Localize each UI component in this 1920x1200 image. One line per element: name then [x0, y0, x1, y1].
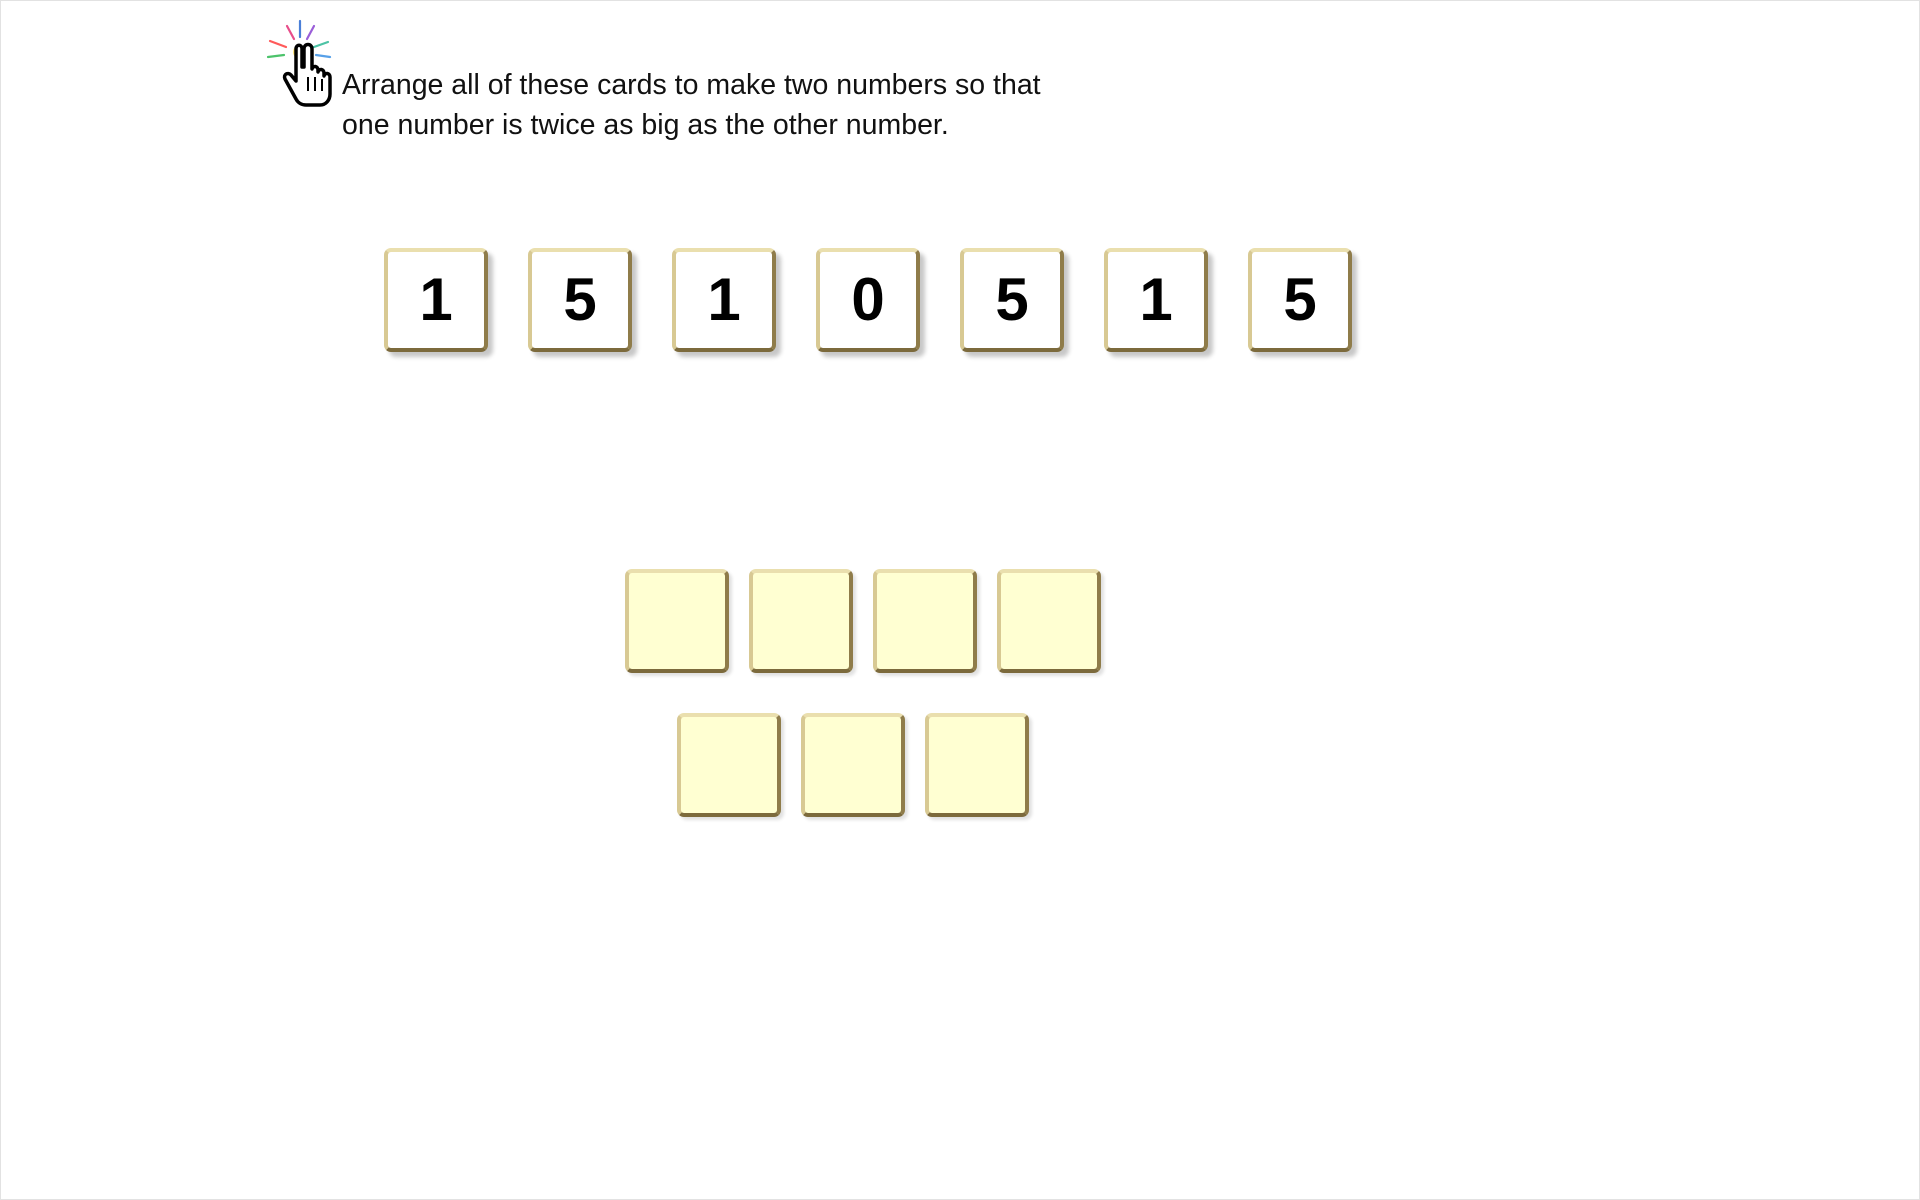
- activity-page: Arrange all of these cards to make two n…: [0, 0, 1920, 1200]
- card-value: 5: [1283, 266, 1317, 333]
- answer-slot[interactable]: [677, 713, 781, 817]
- answer-slot[interactable]: [749, 569, 853, 673]
- card-value: 1: [1139, 266, 1173, 333]
- instruction-line-2: one number is twice as big as the other …: [342, 109, 949, 141]
- answer-slot[interactable]: [925, 713, 1029, 817]
- number-card[interactable]: 5: [1248, 248, 1352, 352]
- number-card[interactable]: 1: [1104, 248, 1208, 352]
- hand-pointer-click-icon: [266, 19, 332, 107]
- number-card[interactable]: 1: [672, 248, 776, 352]
- number-card[interactable]: 0: [816, 248, 920, 352]
- card-tray: 1 5 1 0 5 1 5: [384, 248, 1352, 352]
- answer-row-1: [625, 569, 1101, 673]
- card-value: 1: [419, 266, 453, 333]
- number-card[interactable]: 5: [528, 248, 632, 352]
- answer-slot[interactable]: [625, 569, 729, 673]
- card-value: 1: [707, 266, 741, 333]
- answer-slot[interactable]: [873, 569, 977, 673]
- answer-slot[interactable]: [801, 713, 905, 817]
- card-value: 5: [995, 266, 1029, 333]
- number-card[interactable]: 5: [960, 248, 1064, 352]
- answer-slot[interactable]: [997, 569, 1101, 673]
- card-value: 0: [851, 266, 885, 333]
- number-card[interactable]: 1: [384, 248, 488, 352]
- card-value: 5: [563, 266, 597, 333]
- instruction-line-1: Arrange all of these cards to make two n…: [342, 69, 1041, 101]
- answer-row-2: [677, 713, 1029, 817]
- instruction-text: Arrange all of these cards to make two n…: [342, 65, 1242, 145]
